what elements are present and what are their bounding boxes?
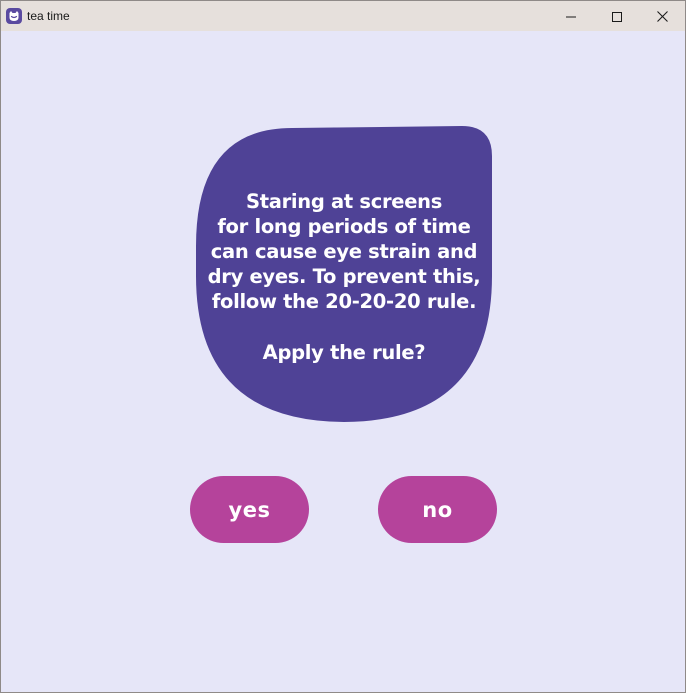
reminder-question: Apply the rule? [262, 341, 426, 364]
no-button[interactable]: no [378, 476, 497, 543]
close-button[interactable] [639, 1, 685, 31]
cat-face-icon [6, 8, 22, 24]
maximize-icon [612, 7, 622, 26]
window-title: tea time [27, 9, 70, 23]
minimize-button[interactable] [548, 1, 594, 31]
reminder-message: Staring at screens for long periods of t… [207, 190, 481, 313]
maximize-button[interactable] [594, 1, 640, 31]
close-icon [656, 7, 668, 26]
app-window: tea time Staring at screens for long per… [0, 0, 686, 693]
yes-button[interactable]: yes [190, 476, 309, 543]
minimize-icon [566, 7, 576, 26]
title-bar[interactable]: tea time [1, 1, 685, 31]
